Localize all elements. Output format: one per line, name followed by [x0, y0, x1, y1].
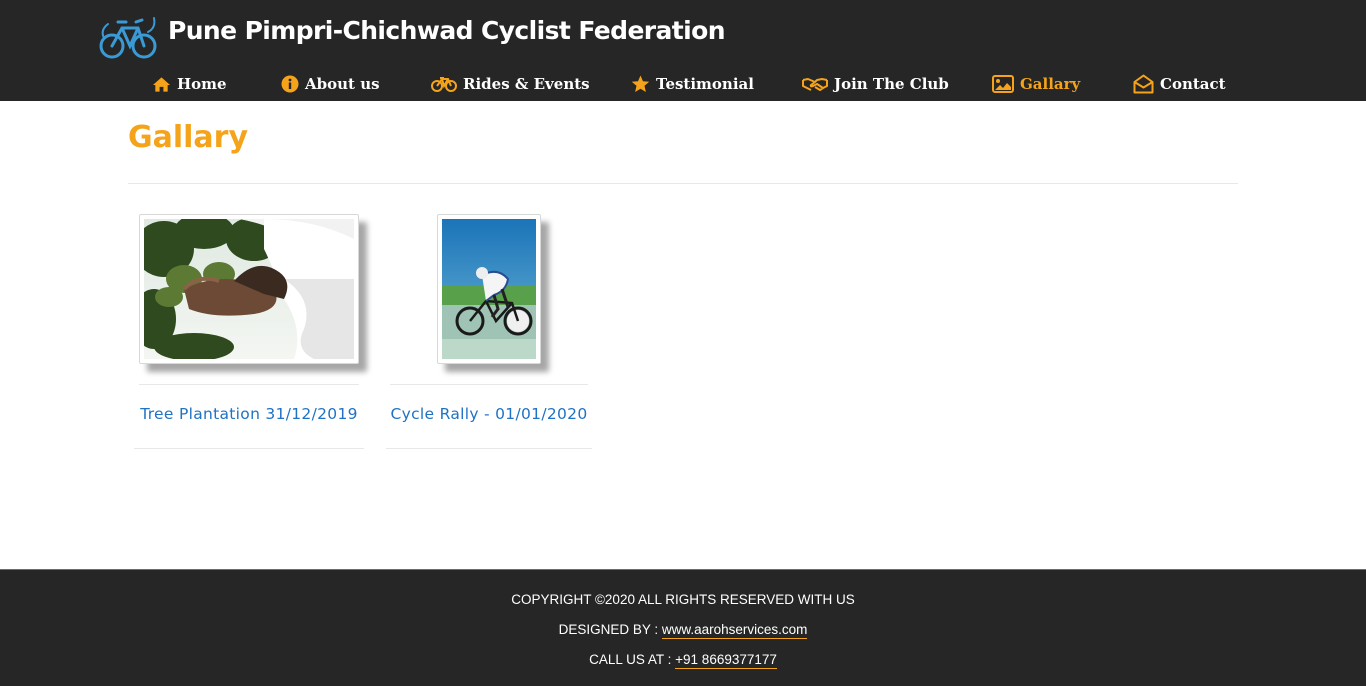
nav-label: Contact [1160, 75, 1226, 93]
nav-label: Testimonial [656, 75, 754, 93]
album-thumbnail-tree-plantation[interactable] [132, 213, 359, 364]
handshake-icon [802, 78, 828, 91]
nav-rides-events[interactable]: Rides & Events [431, 70, 590, 98]
nav-testimonial[interactable]: Testimonial [631, 70, 754, 98]
designed-by-line: DESIGNED BY : www.aarohservices.com [0, 622, 1366, 639]
nav-label: About us [305, 75, 380, 93]
bicycle-icon [431, 77, 457, 92]
info-icon [281, 75, 299, 93]
site-title[interactable]: Pune Pimpri-Chichwad Cyclist Federation [168, 16, 725, 45]
nav-label: Rides & Events [463, 75, 590, 93]
copyright-text: COPYRIGHT ©2020 ALL RIGHTS RESERVED WITH… [511, 592, 855, 607]
album-photo [132, 213, 354, 361]
call-us-line: CALL US AT : +91 8669377177 [0, 652, 1366, 669]
image-icon [992, 75, 1014, 93]
divider [390, 384, 588, 385]
bicycle-logo-icon[interactable] [98, 12, 160, 62]
nav-contact[interactable]: Contact [1133, 70, 1226, 98]
nav-label: Home [177, 75, 227, 93]
phone-link[interactable]: +91 8669377177 [675, 652, 777, 669]
nav-about-us[interactable]: About us [281, 70, 380, 98]
album-photo [442, 219, 536, 359]
star-icon [631, 75, 650, 92]
call-us-label: CALL US AT : [589, 652, 672, 667]
home-icon [152, 76, 171, 92]
page-title: Gallary [128, 120, 249, 155]
nav-label: Gallary [1020, 75, 1081, 93]
album-caption-link[interactable]: Tree Plantation 31/12/2019 [134, 405, 364, 423]
divider [134, 448, 364, 449]
nav-home[interactable]: Home [152, 70, 227, 98]
designed-by-label: DESIGNED BY : [558, 622, 659, 637]
site-footer: COPYRIGHT ©2020 ALL RIGHTS RESERVED WITH… [0, 569, 1366, 686]
divider [128, 183, 1238, 184]
nav-gallary[interactable]: Gallary [992, 70, 1080, 98]
divider [386, 448, 592, 449]
designer-link[interactable]: www.aarohservices.com [661, 622, 808, 639]
envelope-open-icon [1133, 74, 1154, 94]
nav-label: Join The Club [834, 75, 949, 93]
album-thumbnail-cycle-rally[interactable] [437, 214, 541, 364]
album-caption-link[interactable]: Cycle Rally - 01/01/2020 [386, 405, 592, 423]
site-header: Pune Pimpri-Chichwad Cyclist Federation … [0, 0, 1366, 101]
nav-join-the-club[interactable]: Join The Club [802, 70, 949, 98]
divider [139, 384, 359, 385]
main-nav: Home About us Rides & Events Testimonial… [0, 70, 1366, 98]
